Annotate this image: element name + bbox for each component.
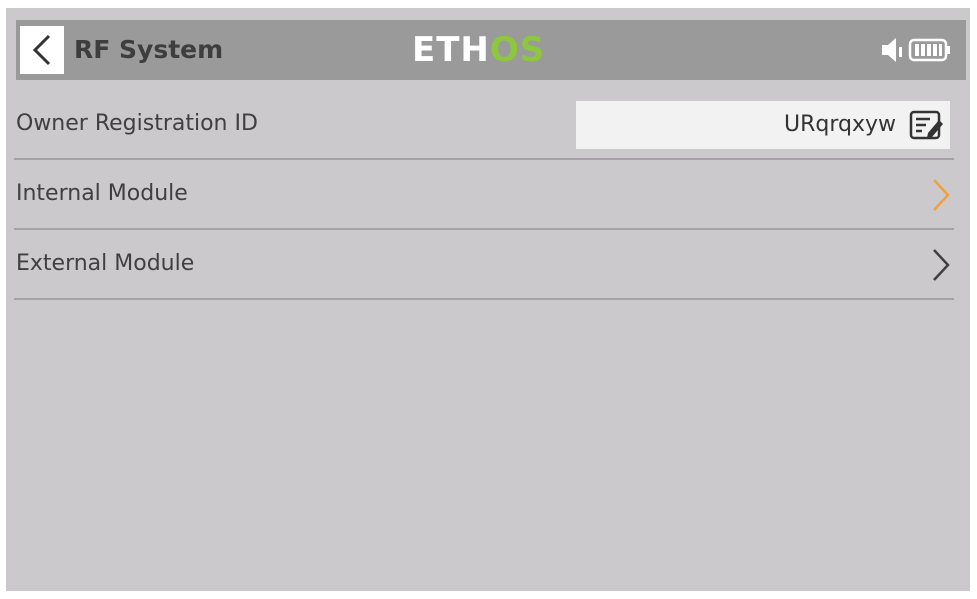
chevron-left-icon (32, 34, 51, 66)
chevron-right-icon (933, 179, 950, 211)
row-label: Internal Module (16, 181, 188, 206)
row-external-module[interactable]: External Module (14, 230, 954, 300)
header-bar: RF System ETHOS (16, 20, 966, 80)
ethos-logo: ETHOS (412, 20, 545, 80)
page-title: RF System (74, 35, 224, 64)
logo-accent-text: OS (489, 30, 546, 70)
owner-id-field[interactable]: URqrqxyw (576, 101, 950, 149)
logo-main-text: ETH (412, 30, 490, 70)
owner-id-value: URqrqxyw (783, 112, 896, 137)
speaker-icon (882, 38, 902, 62)
row-label: Owner Registration ID (16, 111, 258, 136)
row-owner-registration-id: Owner Registration ID URqrqxyw (14, 90, 954, 160)
status-icons (880, 36, 952, 64)
row-internal-module[interactable]: Internal Module (14, 160, 954, 230)
edit-icon[interactable] (908, 109, 944, 141)
row-label: External Module (16, 251, 195, 276)
chevron-right-icon (933, 249, 950, 281)
back-button[interactable] (20, 26, 64, 74)
battery-icon (908, 38, 950, 62)
screen: RF System ETHOS Owner Registration ID UR… (6, 8, 970, 591)
